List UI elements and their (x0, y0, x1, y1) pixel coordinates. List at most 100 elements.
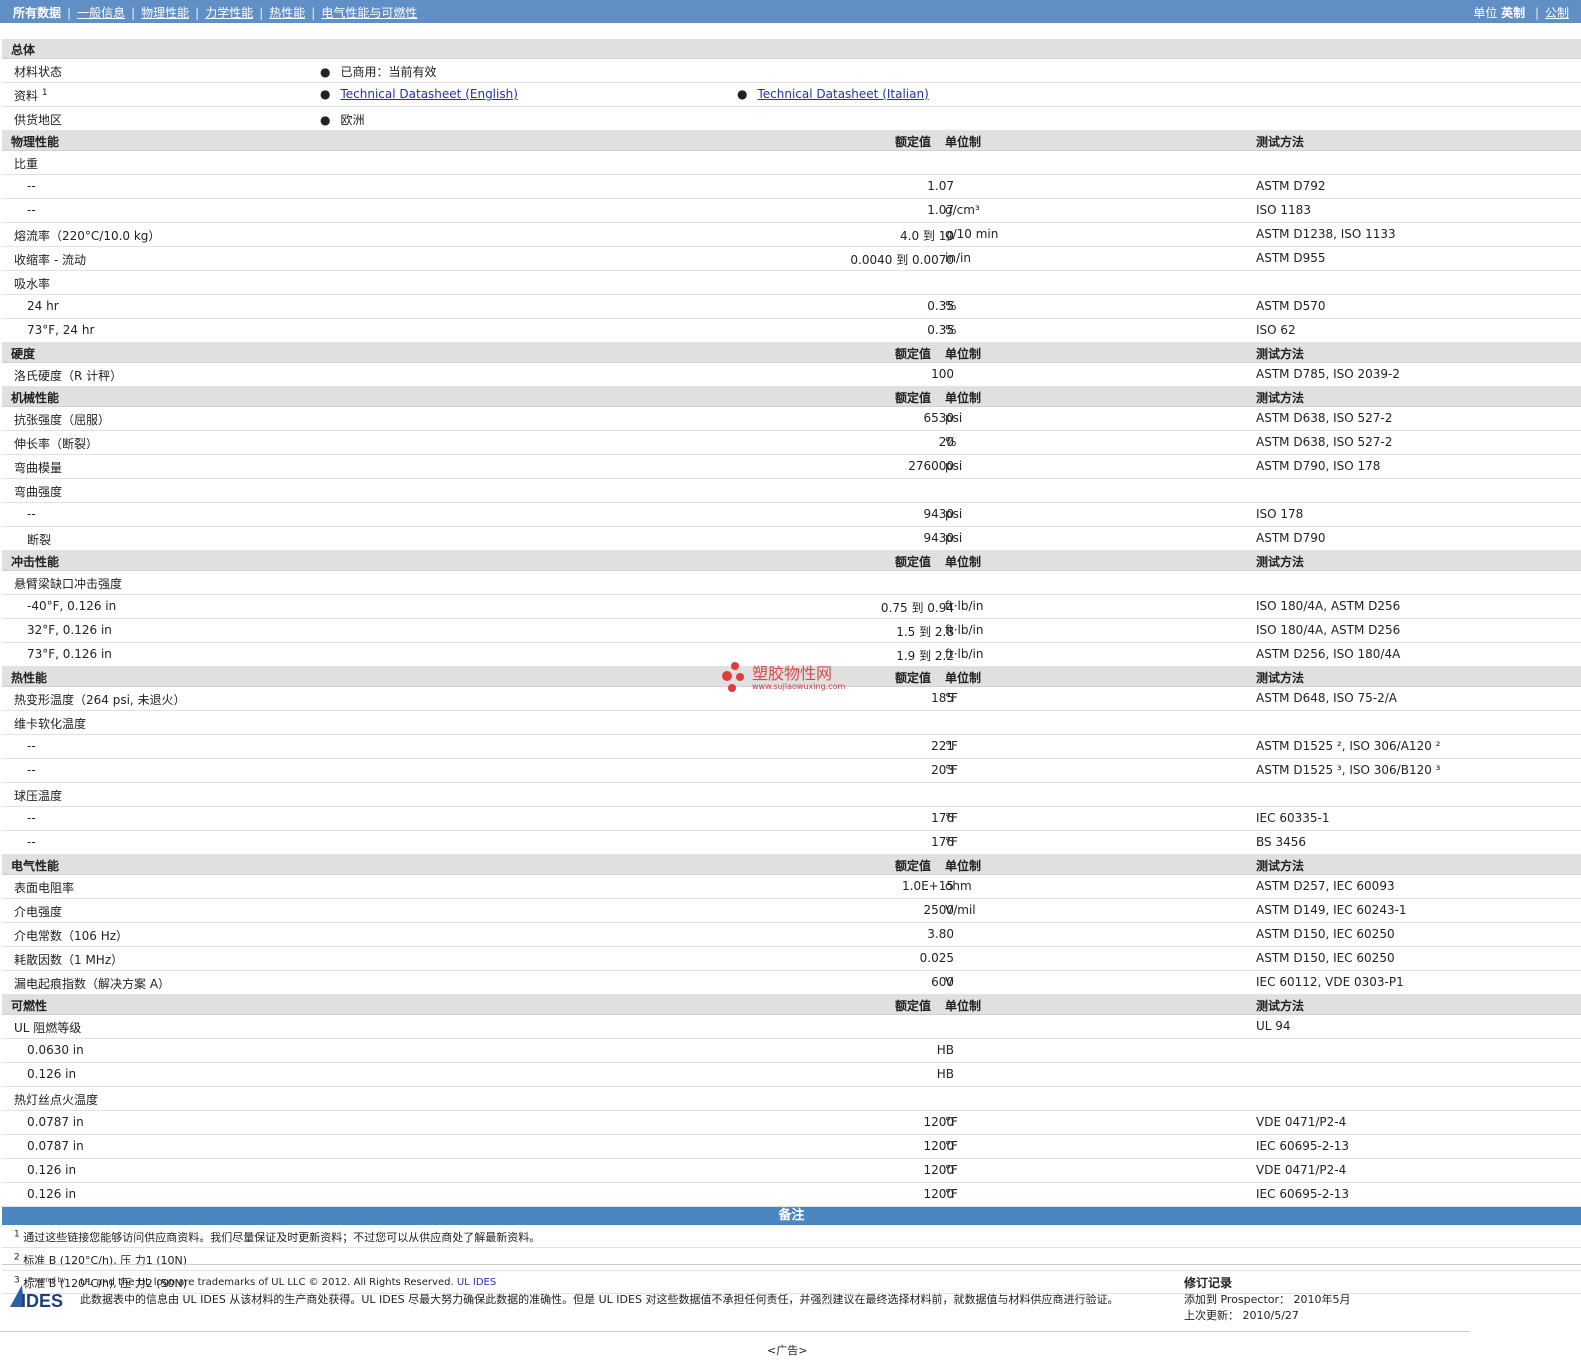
property-row: 弯曲强度 (2, 479, 1581, 503)
nav-electrical-flammability[interactable]: 电气性能与可燃性 (321, 6, 417, 20)
test-method: ISO 1183 (1256, 203, 1311, 217)
updated-line: 上次更新： 2010/5/27 (1184, 1309, 1299, 1322)
property-row: 悬臂梁缺口冲击强度 (2, 571, 1581, 595)
revision-title: 修订记录 (1184, 1276, 1233, 1290)
property-label: -- (27, 179, 36, 193)
property-row: -- 176 °F BS 3456 (2, 831, 1581, 855)
unit-english-button[interactable]: 英制 (1501, 6, 1525, 20)
property-label: 24 hr (27, 299, 59, 313)
section-header-physical: 物理性能 额定值 单位制 测试方法 (2, 131, 1581, 151)
property-label: UL 阻燃等级 (14, 1021, 82, 1035)
column-header-method: 测试方法 (1256, 859, 1305, 873)
property-row: -- 203 °F ASTM D1525 ³, ISO 306/B120 ³ (2, 759, 1581, 783)
column-header-method: 测试方法 (1256, 347, 1305, 361)
column-header-unit: 单位制 (945, 999, 982, 1013)
test-method: IEC 60335-1 (1256, 811, 1330, 825)
row-label: 材料状态 (14, 65, 63, 79)
property-row: 抗张强度（屈服） 6530 psi ASTM D638, ISO 527-2 (2, 407, 1581, 431)
column-header-value: 额定值 (895, 999, 932, 1013)
nav-all-data[interactable]: 所有数据 (13, 4, 61, 21)
column-header-method: 测试方法 (1256, 999, 1305, 1013)
test-method: ISO 180/4A, ASTM D256 (1256, 623, 1401, 637)
property-unit: °F (945, 763, 958, 777)
unit-switcher: 单位 英制 | 公制 (1473, 4, 1569, 21)
disclaimer-text: 此数据表中的信息由 UL IDES 从该材料的生产商处获得。UL IDES 尽最… (80, 1293, 1119, 1306)
ul-ides-link[interactable]: UL IDES (457, 1277, 496, 1288)
bullet-icon: ● (320, 87, 331, 101)
property-label: 热灯丝点火温度 (14, 1093, 99, 1107)
test-method: IEC 60695-2-13 (1256, 1139, 1350, 1153)
section-header-flammability: 可燃性 额定值 单位制 测试方法 (2, 995, 1581, 1015)
column-header-value: 额定值 (895, 859, 932, 873)
section-header-hardness: 硬度 额定值 单位制 测试方法 (2, 343, 1581, 363)
property-row: 介电强度 2500 V/mil ASTM D149, IEC 60243-1 (2, 899, 1581, 923)
property-row: 0.0787 in 1200 °F VDE 0471/P2-4 (2, 1111, 1581, 1135)
property-label: 收缩率 - 流动 (14, 253, 86, 267)
section-nav: 所有数据 | 一般信息 | 物理性能 | 力学性能 | 热性能 | 电气性能与可燃性 (13, 4, 417, 21)
nav-separator: | (67, 6, 72, 20)
nav-general-info[interactable]: 一般信息 (77, 6, 125, 20)
test-method: ASTM D1525 ², ISO 306/A120 ² (1256, 739, 1441, 753)
nav-physical[interactable]: 物理性能 (141, 6, 189, 20)
property-row: 熔流率（220°C/10.0 kg） 4.0 到 10 g/10 min ASTM D… (2, 223, 1581, 247)
property-label: 抗张强度（屈服） (14, 413, 111, 427)
column-header-unit: 单位制 (945, 859, 982, 873)
property-row: -- 1.07 ASTM D792 (2, 175, 1581, 199)
property-row: -- 1.07 g/cm³ ISO 1183 (2, 199, 1581, 223)
property-label: 介电强度 (14, 905, 63, 919)
note-text: 通过这些链接您能够访问供应商资料。我们尽量保证及时更新资料；不过您可以从供应商处… (23, 1231, 541, 1244)
property-unit: °F (945, 1115, 958, 1129)
test-method: ASTM D257, IEC 60093 (1256, 879, 1395, 893)
property-label: 熔流率（220°C/10.0 kg） (14, 229, 161, 243)
nav-mechanical[interactable]: 力学性能 (205, 6, 253, 20)
doc-english-item: ● Technical Datasheet (English) (320, 87, 518, 101)
row-supply-region: 供货地区 ● 欧洲 (2, 107, 1581, 131)
property-label: 73°F, 24 hr (27, 323, 95, 337)
property-row: 表面电阻率 1.0E+15 ohm ASTM D257, IEC 60093 (2, 875, 1581, 899)
test-method: ISO 178 (1256, 507, 1304, 521)
revision-history: 修订记录 添加到 Prospector： 2010年5月 上次更新： 2010/… (1184, 1275, 1351, 1324)
property-row: 洛氏硬度（R 计秤） 100 ASTM D785, ISO 2039-2 (2, 363, 1581, 387)
region-text: 欧洲 (340, 113, 365, 127)
test-method: UL 94 (1256, 1019, 1291, 1033)
column-header-value: 额定值 (895, 671, 932, 685)
property-label: 吸水率 (14, 277, 51, 291)
doc-italian-item: ● Technical Datasheet (Italian) (737, 87, 929, 101)
unit-metric-link[interactable]: 公制 (1545, 6, 1569, 20)
property-unit: % (945, 323, 957, 337)
property-value: 0.0040 到 0.0070 (850, 253, 954, 267)
column-header-value: 额定值 (895, 135, 932, 149)
property-unit: °F (945, 1187, 958, 1201)
footnote-ref: 1 (41, 88, 48, 98)
doc-italian-link[interactable]: Technical Datasheet (Italian) (757, 87, 928, 101)
test-method: ASTM D150, IEC 60250 (1256, 951, 1395, 965)
section-header-mechanical: 机械性能 额定值 单位制 测试方法 (2, 387, 1581, 407)
property-label: -- (27, 763, 36, 777)
property-row: 0.0630 in HB (2, 1039, 1581, 1063)
property-label: 0.126 in (27, 1187, 77, 1201)
section-title: 总体 (11, 43, 36, 57)
trademark-notice: UL and the UL logo are trademarks of UL … (80, 1277, 454, 1288)
property-label: 悬臂梁缺口冲击强度 (14, 577, 123, 591)
property-label: -- (27, 811, 36, 825)
section-title: 可燃性 (11, 999, 48, 1013)
test-method: IEC 60695-2-13 (1256, 1187, 1350, 1201)
doc-english-link[interactable]: Technical Datasheet (English) (340, 87, 517, 101)
property-row: -- 221 °F ASTM D1525 ², ISO 306/A120 ² (2, 735, 1581, 759)
property-row: 弯曲模量 276000 psi ASTM D790, ISO 178 (2, 455, 1581, 479)
property-row: 漏电起痕指数（解决方案 A） 600 V IEC 60112, VDE 0303-P1 (2, 971, 1581, 995)
property-row: 伸长率（断裂） 20% ASTM D638, ISO 527-2 (2, 431, 1581, 455)
property-unit: psi (945, 411, 963, 425)
property-unit: psi (945, 459, 963, 473)
note-content: 1 通过这些链接您能够访问供应商资料。我们尽量保证及时更新资料；不过您可以从供应… (14, 1229, 540, 1245)
property-row: 0.0787 in 1200 °F IEC 60695-2-13 (2, 1135, 1581, 1159)
property-row: 收缩率 - 流动 0.0040 到 0.0070 in/in ASTM D955 (2, 247, 1581, 271)
region-value: ● 欧洲 (320, 111, 365, 128)
test-method: ISO 62 (1256, 323, 1296, 337)
property-row: -- 176 °F IEC 60335-1 (2, 807, 1581, 831)
nav-thermal[interactable]: 热性能 (269, 6, 305, 20)
property-label: 热变形温度（264 psi, 未退火） (14, 693, 186, 707)
test-method: ASTM D790, ISO 178 (1256, 459, 1381, 473)
property-label: 介电常数（106 Hz） (14, 929, 129, 943)
property-row: 介电常数（106 Hz） 3.80 ASTM D150, IEC 60250 (2, 923, 1581, 947)
